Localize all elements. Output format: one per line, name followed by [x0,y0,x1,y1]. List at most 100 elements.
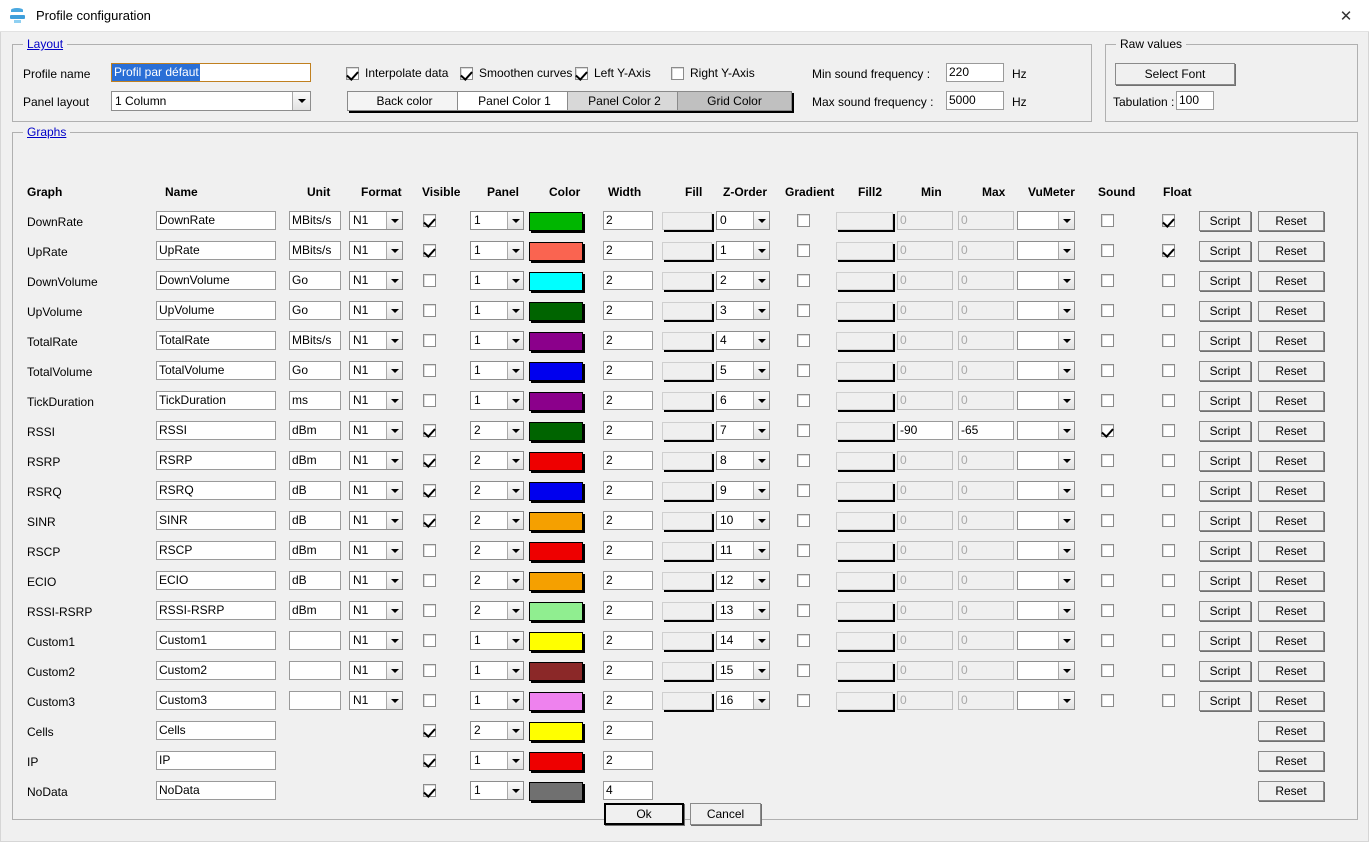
smoothen-curves-checkbox[interactable] [460,67,473,80]
profile-name-input[interactable]: Profil par défaut [111,63,311,82]
zorder-select[interactable]: 8 [716,451,770,470]
fill-color-button[interactable] [662,542,712,560]
format-select[interactable]: N1 [349,211,403,230]
float-checkbox[interactable] [1162,244,1175,257]
width-input[interactable]: 2 [603,661,653,680]
format-select[interactable]: N1 [349,541,403,560]
script-button[interactable]: Script [1199,571,1251,591]
float-checkbox[interactable] [1162,514,1175,527]
float-checkbox[interactable] [1162,334,1175,347]
reset-button[interactable]: Reset [1258,721,1324,741]
color-swatch[interactable] [529,722,583,741]
panel-select[interactable]: 1 [470,631,524,650]
min-input[interactable]: 0 [897,211,953,230]
unit-input[interactable]: dB [289,481,341,500]
zorder-select[interactable]: 3 [716,301,770,320]
min-input[interactable]: 0 [897,241,953,260]
unit-input[interactable]: Go [289,361,341,380]
chevron-down-icon[interactable] [386,362,402,379]
fill2-color-button[interactable] [836,482,893,500]
color-swatch[interactable] [529,422,583,441]
script-button[interactable]: Script [1199,391,1251,411]
panel-color-2-button[interactable]: Panel Color 2 [567,91,682,111]
reset-button[interactable]: Reset [1258,211,1324,231]
back-color-button[interactable]: Back color [347,91,462,111]
unit-input[interactable]: MBits/s [289,241,341,260]
panel-select[interactable]: 2 [470,511,524,530]
fill-color-button[interactable] [662,512,712,530]
unit-input[interactable]: dBm [289,541,341,560]
chevron-down-icon[interactable] [386,332,402,349]
min-input[interactable]: 0 [897,271,953,290]
color-swatch[interactable] [529,212,583,231]
min-sound-frequency-input[interactable]: 220 [946,63,1004,82]
gradient-checkbox[interactable] [797,604,810,617]
panel-select[interactable]: 2 [470,541,524,560]
color-swatch[interactable] [529,632,583,651]
color-swatch[interactable] [529,482,583,501]
vumeter-select[interactable] [1017,601,1075,620]
name-input[interactable]: TotalRate [156,331,276,350]
min-input[interactable]: 0 [897,571,953,590]
visible-checkbox[interactable] [423,754,436,767]
chevron-down-icon[interactable] [1058,242,1074,259]
format-select[interactable]: N1 [349,631,403,650]
chevron-down-icon[interactable] [507,482,523,499]
color-swatch[interactable] [529,542,583,561]
chevron-down-icon[interactable] [507,302,523,319]
vumeter-select[interactable] [1017,241,1075,260]
fill2-color-button[interactable] [836,452,893,470]
panel-select[interactable]: 1 [470,781,524,800]
reset-button[interactable]: Reset [1258,631,1324,651]
script-button[interactable]: Script [1199,361,1251,381]
visible-checkbox[interactable] [423,574,436,587]
unit-input[interactable] [289,631,341,650]
width-input[interactable]: 2 [603,511,653,530]
sound-checkbox[interactable] [1101,664,1114,677]
fill2-color-button[interactable] [836,212,893,230]
chevron-down-icon[interactable] [507,242,523,259]
name-input[interactable]: NoData [156,781,276,800]
width-input[interactable]: 2 [603,481,653,500]
visible-checkbox[interactable] [423,364,436,377]
vumeter-select[interactable] [1017,571,1075,590]
vumeter-select[interactable] [1017,661,1075,680]
panel-select[interactable]: 1 [470,241,524,260]
sound-checkbox[interactable] [1101,274,1114,287]
visible-checkbox[interactable] [423,514,436,527]
unit-input[interactable]: ms [289,391,341,410]
color-swatch[interactable] [529,752,583,771]
color-swatch[interactable] [529,302,583,321]
panel-select[interactable]: 1 [470,331,524,350]
chevron-down-icon[interactable] [753,662,769,679]
color-swatch[interactable] [529,332,583,351]
sound-checkbox[interactable] [1101,544,1114,557]
gradient-checkbox[interactable] [797,364,810,377]
chevron-down-icon[interactable] [1058,302,1074,319]
gradient-checkbox[interactable] [797,484,810,497]
fill-color-button[interactable] [662,692,712,710]
width-input[interactable]: 2 [603,541,653,560]
fill-color-button[interactable] [662,212,712,230]
script-button[interactable]: Script [1199,241,1251,261]
chevron-down-icon[interactable] [1058,662,1074,679]
chevron-down-icon[interactable] [753,542,769,559]
reset-button[interactable]: Reset [1258,661,1324,681]
fill2-color-button[interactable] [836,512,893,530]
max-input[interactable]: 0 [958,571,1014,590]
chevron-down-icon[interactable] [386,422,402,439]
reset-button[interactable]: Reset [1258,571,1324,591]
chevron-down-icon[interactable] [292,92,310,110]
float-checkbox[interactable] [1162,304,1175,317]
chevron-down-icon[interactable] [753,272,769,289]
format-select[interactable]: N1 [349,481,403,500]
min-input[interactable]: 0 [897,361,953,380]
fill-color-button[interactable] [662,632,712,650]
min-input[interactable]: 0 [897,541,953,560]
fill-color-button[interactable] [662,602,712,620]
sound-checkbox[interactable] [1101,334,1114,347]
width-input[interactable]: 2 [603,601,653,620]
zorder-select[interactable]: 11 [716,541,770,560]
name-input[interactable]: RSRP [156,451,276,470]
color-swatch[interactable] [529,272,583,291]
